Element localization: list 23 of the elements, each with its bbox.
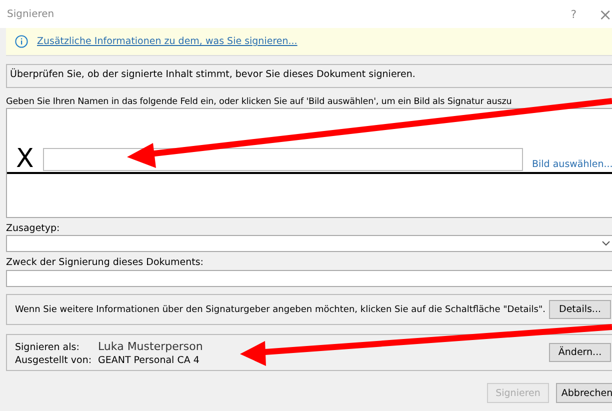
verify-notice: Überprüfen Sie, ob der signierte Inhalt stimmt, bevor Sie dieses Dokument signieren. [6,64,612,88]
signing-as-label: Signieren als: [15,342,80,352]
field-label: Zweck der Signierung dieses Dokuments: [6,257,205,269]
issued-by-label: Ausgestellt von: [15,354,93,366]
window-title: Signieren [7,8,54,20]
help-button[interactable]: ? [564,4,583,24]
purpose-input[interactable] [6,270,612,287]
change-button[interactable]: Ändern... [549,343,611,362]
dialog-button[interactable]: Abbrechen [556,383,612,403]
details-button[interactable]: Details... [549,300,611,319]
signer-name: Luka Musterperson [98,340,203,352]
info-link[interactable]: Zusätzliche Informationen zu dem, was Sie signieren... [37,36,298,47]
details-text: Wenn Sie weitere Informationen über den Signaturgeber angeben möchten, klicken Sie auf die Schaltfläche "Details". [15,304,546,314]
caret-icon [602,241,610,246]
issuer-name: GEANT Personal CA 4 [98,354,200,366]
select-image-link[interactable]: Bild auswählen... [532,159,612,170]
close-button[interactable]: × [592,4,612,24]
info-icon [15,35,28,48]
field-label: Zusagetyp: [6,223,61,235]
commitment-type-dropdown[interactable] [6,235,612,252]
name-input[interactable] [43,148,523,171]
instruction-text: Geben Sie Ihren Namen in das folgende Feld ein, oder klicken Sie auf 'Bild auswählen', um ein Bild als Signatur auszu [6,97,513,108]
signature-mark: X [16,147,35,171]
